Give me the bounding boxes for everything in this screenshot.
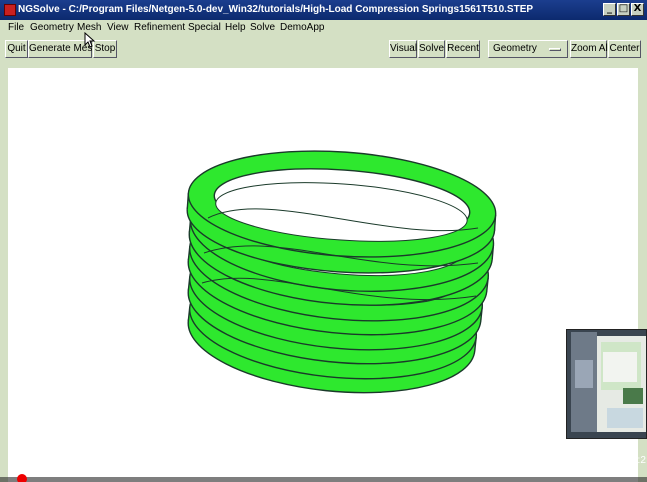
mode-select-value: Geometry <box>493 43 537 54</box>
recent-button[interactable]: Recent <box>446 40 480 58</box>
maximize-button[interactable]: □ <box>617 3 630 16</box>
ngsolve-window: NGSolve - C:/Program Files/Netgen-5.0-de… <box>0 0 647 482</box>
menu-demoapp[interactable]: DemoApp <box>280 22 324 33</box>
menu-file[interactable]: File <box>8 22 24 33</box>
solve-button[interactable]: Solve <box>418 40 445 58</box>
video-progress-bar[interactable] <box>0 477 647 482</box>
ngsolve-app-icon <box>4 4 16 16</box>
zoom-all-button[interactable]: Zoom All <box>570 40 610 58</box>
close-button[interactable]: X <box>631 3 644 16</box>
geometry-viewport[interactable] <box>8 68 638 482</box>
generate-mesh-button[interactable]: Generate Mesh <box>28 40 98 58</box>
window-title: NGSolve - C:/Program Files/Netgen-5.0-de… <box>18 4 534 15</box>
toolbar: Quit Generate Mesh Stop Visual Solve Rec… <box>0 37 647 62</box>
spring-3d-render <box>186 150 497 394</box>
center-button[interactable]: Center <box>608 40 641 58</box>
mode-select[interactable]: Geometry <box>488 40 568 58</box>
title-bar[interactable]: NGSolve - C:/Program Files/Netgen-5.0-de… <box>0 0 647 20</box>
quit-button[interactable]: Quit <box>5 40 28 58</box>
video-playhead[interactable] <box>17 474 27 482</box>
minimize-button[interactable]: _ <box>603 3 616 16</box>
menu-geometry[interactable]: Geometry <box>30 22 74 33</box>
menu-special[interactable]: Special <box>188 22 221 33</box>
menu-view[interactable]: View <box>107 22 129 33</box>
visual-button[interactable]: Visual <box>389 40 417 58</box>
mouse-cursor-icon <box>84 32 96 48</box>
menu-refinement[interactable]: Refinement <box>134 22 185 33</box>
video-time-label: 2:2 <box>632 455 646 466</box>
menu-solve[interactable]: Solve <box>250 22 275 33</box>
menu-bar: File Geometry Mesh View Refinement Speci… <box>0 20 647 37</box>
option-menu-indicator-icon <box>549 48 561 51</box>
webcam-overlay <box>566 329 647 439</box>
menu-help[interactable]: Help <box>225 22 246 33</box>
stop-button[interactable]: Stop <box>93 40 117 58</box>
